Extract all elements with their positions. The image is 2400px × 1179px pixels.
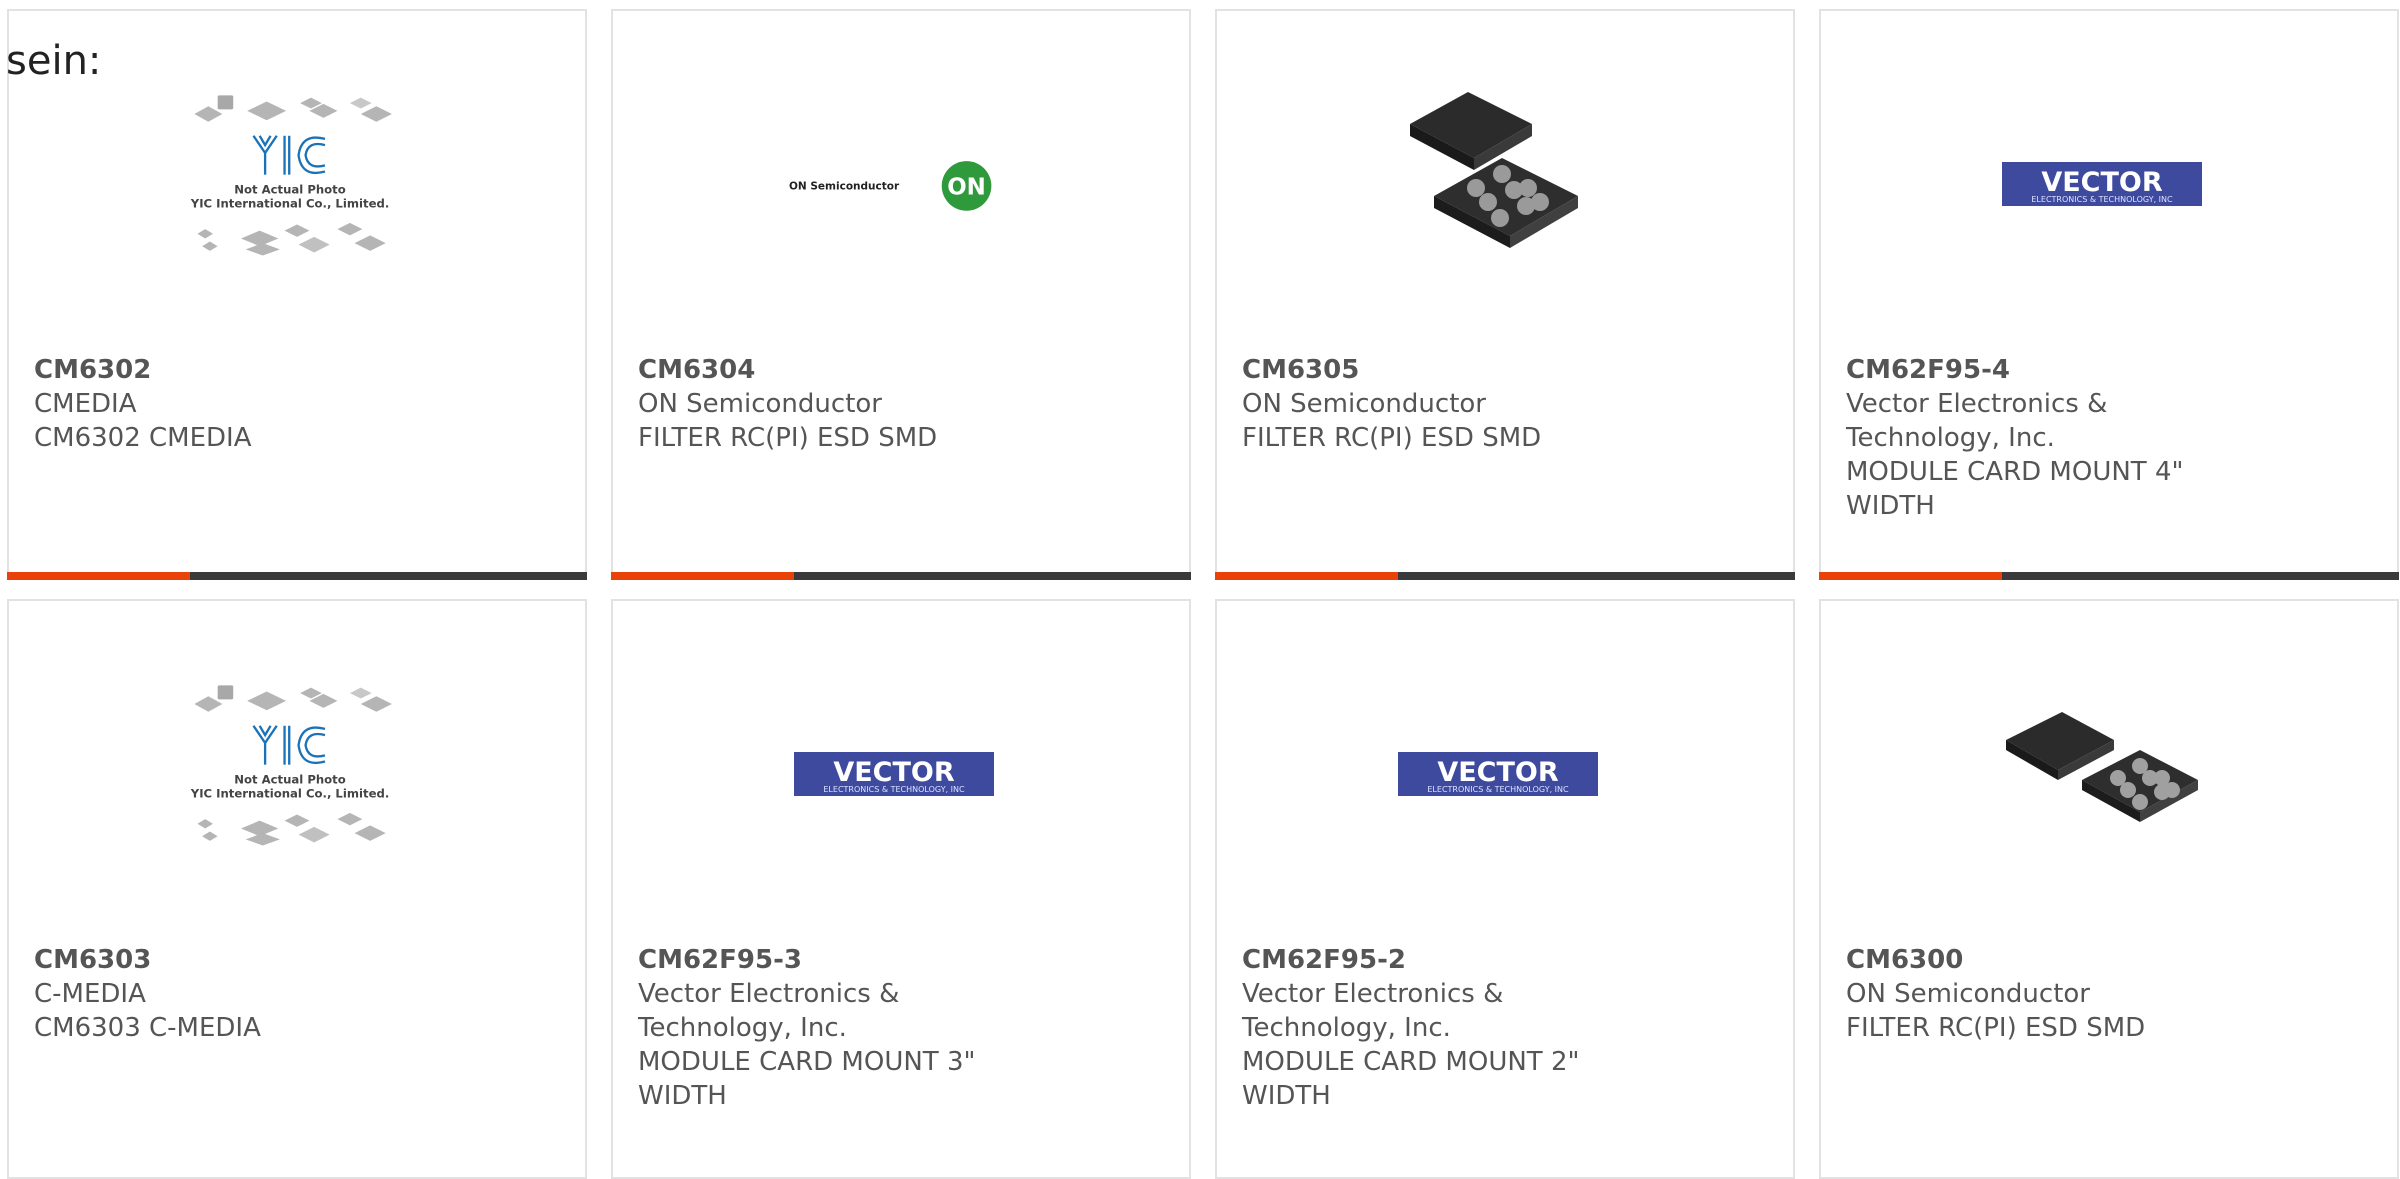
product-image: VECTOR ELECTRONICS & TECHNOLOGY, INC <box>1997 79 2207 289</box>
description: FILTER RC(PI) ESD SMD <box>1242 423 1542 453</box>
yic-placeholder-image: Not Actual Photo YIC International Co., … <box>190 95 392 256</box>
product-info: CM62F95-4 Vector Electronics & Technolog… <box>1846 353 2266 523</box>
card-accent <box>611 572 794 580</box>
product-info: CM62F95-3 Vector Electronics & Technolog… <box>638 943 1058 1113</box>
product-card[interactable]: CM6305 ON Semiconductor FILTER RC(PI) ES… <box>1215 9 1795 580</box>
vector-tagline: ELECTRONICS & TECHNOLOGY, INC <box>1427 785 1569 794</box>
product-card[interactable]: VECTOR ELECTRONICS & TECHNOLOGY, INC CM6… <box>611 599 1191 1179</box>
card-accent <box>7 572 190 580</box>
vector-wordmark: VECTOR <box>1437 757 1559 788</box>
product-image: VECTOR ELECTRONICS & TECHNOLOGY, INC <box>1393 669 1603 879</box>
vector-wordmark: VECTOR <box>833 757 955 788</box>
card-accent <box>1819 572 2002 580</box>
product-grid: Not Actual Photo YIC International Co., … <box>0 0 2400 1179</box>
product-card[interactable]: VECTOR ELECTRONICS & TECHNOLOGY, INC CM6… <box>1215 599 1795 1179</box>
product-info: CM6304 ON Semiconductor FILTER RC(PI) ES… <box>638 353 1058 455</box>
manufacturer: Vector Electronics & Technology, Inc. <box>1846 389 2108 453</box>
description: MODULE CARD MOUNT 3" WIDTH <box>638 1047 976 1111</box>
product-image: Not Actual Photo YIC International Co., … <box>185 669 395 879</box>
product-image: ON Semiconductor ON <box>789 79 999 289</box>
yic-placeholder-image: Not Actual Photo YIC International Co., … <box>190 685 392 846</box>
vector-tagline: ELECTRONICS & TECHNOLOGY, INC <box>2031 195 2173 204</box>
card-bottom-bar <box>7 572 587 580</box>
manufacturer: CMEDIA <box>34 389 137 419</box>
product-info: CM6305 ON Semiconductor FILTER RC(PI) ES… <box>1242 353 1662 455</box>
product-image: VECTOR ELECTRONICS & TECHNOLOGY, INC <box>789 669 999 879</box>
manufacturer: Vector Electronics & Technology, Inc. <box>1242 979 1504 1043</box>
product-image: Not Actual Photo YIC International Co., … <box>185 79 395 289</box>
card-bottom-bar <box>1215 572 1795 580</box>
product-info: CM6302 CMEDIA CM6302 CMEDIA <box>34 353 454 455</box>
description: MODULE CARD MOUNT 4" WIDTH <box>1846 457 2184 521</box>
part-number[interactable]: CM62F95-3 <box>638 943 1058 977</box>
on-badge: ON <box>947 175 986 201</box>
placeholder-line2: YIC International Co., Limited. <box>190 196 390 210</box>
product-card[interactable]: Not Actual Photo YIC International Co., … <box>7 9 587 580</box>
vector-wordmark: VECTOR <box>2041 167 2163 198</box>
part-number[interactable]: CM6302 <box>34 353 454 387</box>
part-number[interactable]: CM6300 <box>1846 943 2266 977</box>
description: CM6302 CMEDIA <box>34 423 252 453</box>
placeholder-line2: YIC International Co., Limited. <box>190 786 390 800</box>
product-card[interactable]: Not Actual Photo YIC International Co., … <box>7 599 587 1179</box>
manufacturer: Vector Electronics & Technology, Inc. <box>638 979 900 1043</box>
intro-text: sein: <box>6 38 102 84</box>
manufacturer: ON Semiconductor <box>1242 389 1486 419</box>
product-image <box>1393 79 1603 289</box>
product-card[interactable]: VECTOR ELECTRONICS & TECHNOLOGY, INC CM6… <box>1819 9 2399 580</box>
part-number[interactable]: CM6304 <box>638 353 1058 387</box>
vector-tagline: ELECTRONICS & TECHNOLOGY, INC <box>823 785 965 794</box>
card-accent <box>1215 572 1398 580</box>
product-info: CM62F95-2 Vector Electronics & Technolog… <box>1242 943 1662 1113</box>
vector-logo: VECTOR ELECTRONICS & TECHNOLOGY, INC <box>2002 162 2202 206</box>
description: MODULE CARD MOUNT 2" WIDTH <box>1242 1047 1580 1111</box>
product-info: CM6303 C-MEDIA CM6303 C-MEDIA <box>34 943 454 1045</box>
product-card[interactable]: ON Semiconductor ON CM6304 ON Semiconduc… <box>611 9 1191 580</box>
part-number[interactable]: CM6305 <box>1242 353 1662 387</box>
placeholder-line1: Not Actual Photo <box>234 772 346 786</box>
bga-chip-photo <box>2006 712 2198 822</box>
part-number[interactable]: CM62F95-4 <box>1846 353 2266 387</box>
bga-chip-photo <box>1410 92 1578 248</box>
part-number[interactable]: CM62F95-2 <box>1242 943 1662 977</box>
vector-logo: VECTOR ELECTRONICS & TECHNOLOGY, INC <box>794 752 994 796</box>
manufacturer: C-MEDIA <box>34 979 146 1009</box>
product-info: CM6300 ON Semiconductor FILTER RC(PI) ES… <box>1846 943 2266 1045</box>
description: FILTER RC(PI) ESD SMD <box>638 423 938 453</box>
card-bottom-bar <box>1819 572 2399 580</box>
manufacturer: ON Semiconductor <box>638 389 882 419</box>
description: CM6303 C-MEDIA <box>34 1013 261 1043</box>
description: FILTER RC(PI) ESD SMD <box>1846 1013 2146 1043</box>
product-card[interactable]: CM6300 ON Semiconductor FILTER RC(PI) ES… <box>1819 599 2399 1179</box>
part-number[interactable]: CM6303 <box>34 943 454 977</box>
placeholder-line1: Not Actual Photo <box>234 182 346 196</box>
manufacturer: ON Semiconductor <box>1846 979 2090 1009</box>
on-semiconductor-logo: ON Semiconductor ON <box>789 161 992 211</box>
product-image <box>1997 669 2207 879</box>
on-wordmark: ON Semiconductor <box>789 181 900 193</box>
vector-logo: VECTOR ELECTRONICS & TECHNOLOGY, INC <box>1398 752 1598 796</box>
card-bottom-bar <box>611 572 1191 580</box>
